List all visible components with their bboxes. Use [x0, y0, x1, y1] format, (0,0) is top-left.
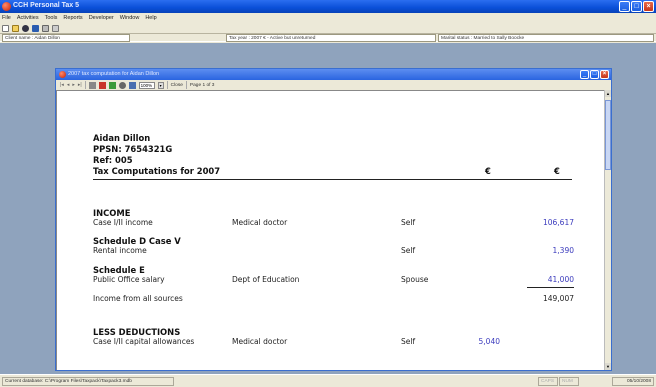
- schedule-d-header: Schedule D Case V: [93, 236, 181, 246]
- income-row-label: Case I/II income: [93, 218, 153, 227]
- marital-status-field: Marital status : Married to Sally Boocke: [438, 34, 654, 42]
- app-logo-icon: [2, 2, 11, 11]
- next-page-icon[interactable]: ▸: [72, 82, 75, 88]
- deduction-row-source: Medical doctor: [232, 337, 288, 346]
- export-excel-icon[interactable]: [108, 81, 116, 89]
- save-icon[interactable]: [32, 24, 39, 32]
- deduction-row-who: Self: [401, 337, 416, 346]
- client-name: Aidan Dillon: [93, 133, 151, 143]
- total-income-label: Income from all sources: [93, 294, 183, 303]
- vertical-scrollbar[interactable]: ▲ ▼: [604, 90, 611, 370]
- num-indicator: NUM: [559, 377, 579, 386]
- child-maximize-icon[interactable]: □: [590, 70, 599, 79]
- minimize-icon[interactable]: _: [619, 1, 630, 12]
- scroll-thumb[interactable]: [605, 100, 611, 170]
- income-header: INCOME: [93, 208, 131, 218]
- child-title: 2007 tax computation for Aidan Dillon: [68, 71, 160, 77]
- menu-file[interactable]: File: [2, 13, 11, 23]
- zoom-select[interactable]: 100%: [138, 81, 155, 89]
- schedule-e-header: Schedule E: [93, 265, 145, 275]
- income-row-who: Self: [401, 218, 416, 227]
- income-row-source: Medical doctor: [232, 218, 288, 227]
- currency-header-1: €: [485, 166, 491, 176]
- person-icon[interactable]: [22, 24, 29, 32]
- maximize-icon[interactable]: □: [631, 1, 642, 12]
- app-title-bar: CCH Personal Tax 5 _ □ ×: [0, 0, 656, 13]
- toolbar-divider: [185, 81, 187, 89]
- print-report-icon[interactable]: [88, 81, 96, 89]
- first-page-icon[interactable]: |◂: [60, 82, 64, 88]
- child-title-bar: 2007 tax computation for Aidan Dillon _ …: [56, 69, 611, 80]
- toolbar-divider: [84, 81, 86, 89]
- open-icon[interactable]: [12, 24, 19, 32]
- income-row-amount: 41,000: [547, 275, 574, 284]
- search-icon[interactable]: [118, 81, 126, 89]
- less-deductions-header: LESS DEDUCTIONS: [93, 327, 181, 337]
- client-ref: Ref: 005: [93, 155, 133, 165]
- page-indicator: Page 1 of 3: [189, 82, 215, 88]
- tax-computation-window: 2007 tax computation for Aidan Dillon _ …: [55, 68, 612, 371]
- last-page-icon[interactable]: ▸|: [78, 82, 82, 88]
- menu-reports[interactable]: Reports: [63, 13, 82, 23]
- menu-window[interactable]: Window: [120, 13, 140, 23]
- income-row-who: Self: [401, 246, 416, 255]
- report-logo-icon: [59, 71, 66, 78]
- income-row-label: Rental income: [93, 246, 147, 255]
- income-row-amount: 106,617: [542, 218, 574, 227]
- income-row-label: Public Office salary: [93, 275, 165, 284]
- page-setup-icon[interactable]: [128, 81, 136, 89]
- income-row-amount: 1,390: [552, 246, 574, 255]
- report-toolbar: |◂ ◂ ▸ ▸| 100% ▾ Close Page 1 of 3: [56, 80, 611, 90]
- close-icon[interactable]: ×: [643, 1, 654, 12]
- menu-bar: File Activities Tools Reports Developer …: [0, 13, 656, 23]
- header-rule: [93, 179, 572, 180]
- prev-page-icon[interactable]: ◂: [67, 82, 70, 88]
- menu-activities[interactable]: Activities: [17, 13, 39, 23]
- menu-help[interactable]: Help: [145, 13, 156, 23]
- client-info-bar: Client name : Aidan Dillon Tax year : 20…: [0, 33, 656, 42]
- total-income-amount: 149,007: [542, 294, 574, 303]
- income-row-source: Dept of Education: [232, 275, 300, 284]
- scroll-up-icon[interactable]: ▲: [605, 90, 611, 97]
- caps-indicator: CAPS: [538, 377, 558, 386]
- close-report-button[interactable]: Close: [171, 83, 183, 88]
- client-name-field: Client name : Aidan Dillon: [2, 34, 130, 42]
- new-icon[interactable]: [2, 24, 9, 32]
- print-icon[interactable]: [42, 24, 49, 32]
- toolbar-divider: [166, 81, 168, 89]
- total-rule: [527, 287, 574, 288]
- child-minimize-icon[interactable]: _: [580, 70, 589, 79]
- report-title: Tax Computations for 2007: [93, 166, 221, 176]
- deduction-row-label: Case I/II capital allowances: [93, 337, 195, 346]
- app-title: CCH Personal Tax 5: [13, 2, 80, 9]
- report-page: Aidan Dillon PPSN: 7654321G Ref: 005 Tax…: [57, 91, 602, 370]
- currency-header-2: €: [554, 166, 560, 176]
- main-toolbar: [0, 23, 656, 33]
- client-ppsn: PPSN: 7654321G: [93, 144, 173, 154]
- current-database: Current database: C:\Program Files\Taxpa…: [2, 377, 174, 386]
- tax-year-field: Tax year : 2007 € - Active but unreturne…: [226, 34, 436, 42]
- status-date: 05/10/2008: [612, 377, 654, 386]
- menu-tools[interactable]: Tools: [45, 13, 58, 23]
- export-pdf-icon[interactable]: [98, 81, 106, 89]
- chevron-down-icon[interactable]: ▾: [157, 81, 164, 89]
- child-close-icon[interactable]: ×: [600, 70, 609, 79]
- scroll-down-icon[interactable]: ▼: [605, 363, 611, 370]
- status-bar: Current database: C:\Program Files\Taxpa…: [0, 374, 656, 387]
- report-viewer: Aidan Dillon PPSN: 7654321G Ref: 005 Tax…: [56, 90, 604, 370]
- menu-developer[interactable]: Developer: [89, 13, 114, 23]
- income-row-who: Spouse: [401, 275, 429, 284]
- print-preview-icon[interactable]: [52, 24, 59, 32]
- deduction-row-amount: 5,040: [478, 337, 500, 346]
